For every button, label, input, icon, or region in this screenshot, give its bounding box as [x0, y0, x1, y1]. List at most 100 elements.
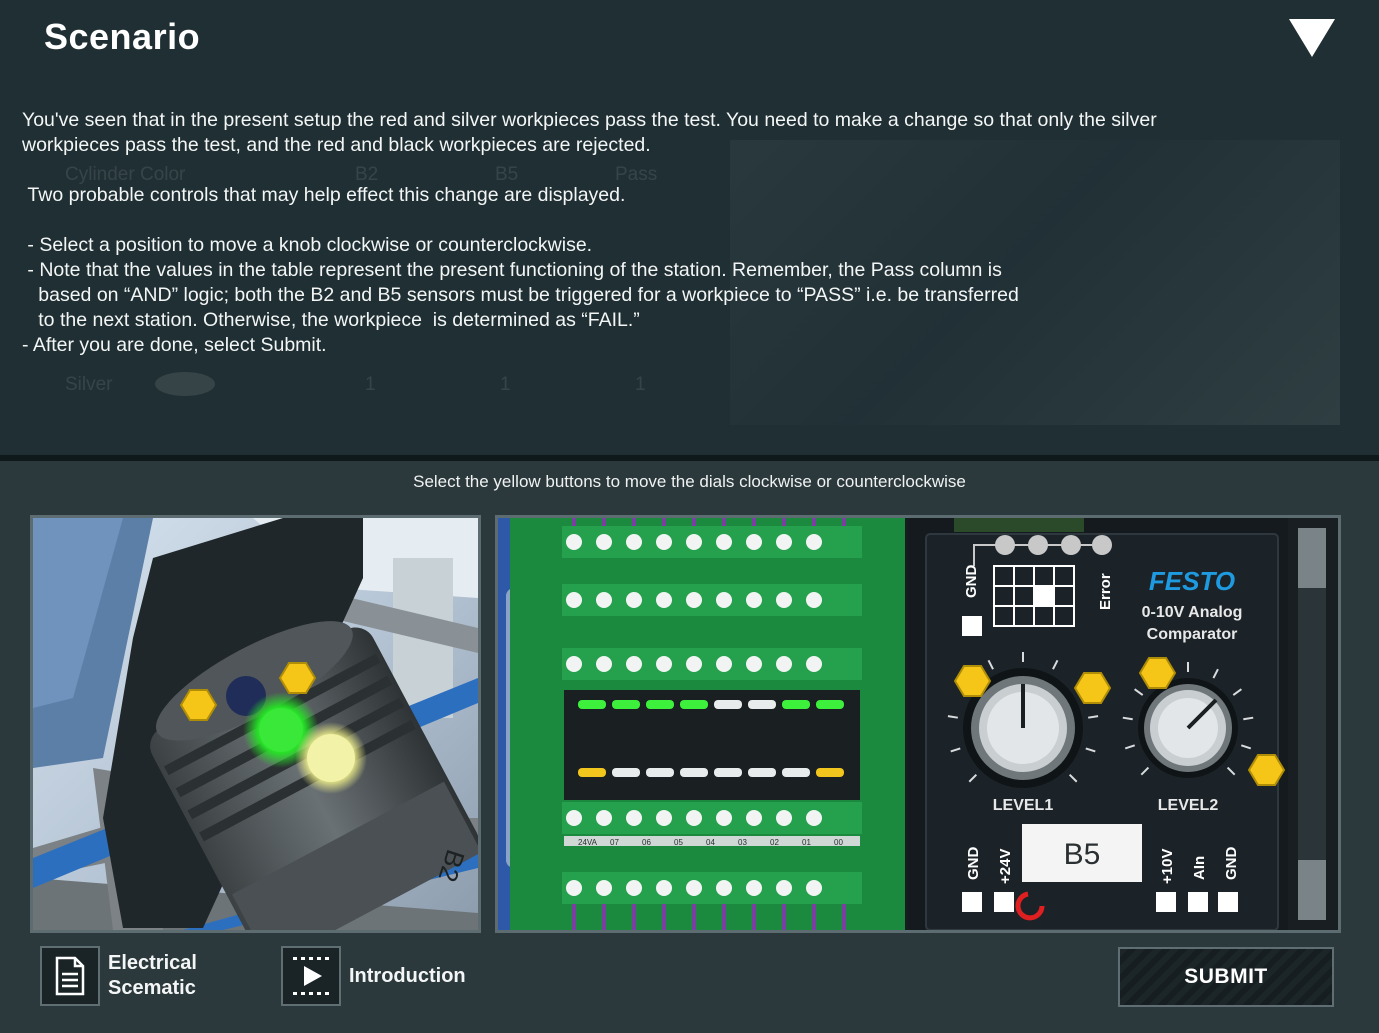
terminal-screw — [686, 810, 702, 826]
terminal-screw — [566, 534, 582, 550]
output-led — [680, 768, 708, 777]
collapse-button[interactable] — [1286, 16, 1338, 60]
scenario-line: You've seen that in the present setup th… — [22, 109, 1157, 131]
sensor-b2-view: B2 — [30, 515, 481, 933]
terminal-screw — [566, 880, 582, 896]
level1-clockwise-button[interactable] — [1073, 672, 1112, 704]
output-led — [578, 768, 606, 777]
pin-ain-label: AIn — [1191, 856, 1208, 880]
scenario-line: Two probable controls that may help effe… — [22, 184, 626, 206]
submit-button[interactable]: SUBMIT — [1118, 947, 1334, 1007]
terminal-screw — [626, 810, 642, 826]
scenario-bullet: - Note that the values in the table repr… — [22, 259, 1002, 281]
terminal-screw — [626, 656, 642, 672]
scrollbar-thumb-bottom[interactable] — [1298, 860, 1326, 920]
terminal-screw — [746, 880, 762, 896]
error-label: Error — [1097, 573, 1114, 610]
terminal-screw — [596, 656, 612, 672]
terminal-screw — [806, 810, 822, 826]
input-led — [578, 700, 606, 709]
electrical-line-2[interactable]: Scematic — [108, 976, 197, 1001]
scenario-bullet: based on “AND” logic; both the B2 and B5… — [22, 284, 1019, 306]
level2-label: LEVEL2 — [1158, 797, 1219, 814]
terminal-screw — [776, 880, 792, 896]
scenario-bullet: - Select a position to move a knob clock… — [22, 234, 593, 256]
terminal-screw — [686, 656, 702, 672]
terminal-screw — [596, 810, 612, 826]
output-led — [816, 768, 844, 777]
comparator-model-line-2: Comparator — [1147, 626, 1238, 643]
terminal-screw — [776, 656, 792, 672]
terminal-label: 04 — [706, 838, 715, 847]
terminal-screw — [716, 880, 732, 896]
input-led — [782, 700, 810, 709]
terminal-screw — [746, 656, 762, 672]
scenario-bullet: to the next station. Otherwise, the work… — [22, 309, 640, 331]
output-led — [714, 768, 742, 777]
terminal-screw — [656, 880, 672, 896]
terminal-screw — [626, 592, 642, 608]
level1-counterclockwise-button[interactable] — [953, 665, 992, 697]
triangle-down-icon[interactable] — [1286, 16, 1338, 60]
scenario-panel: Cylinder Color B2 B5 Pass Silver 1 1 1 S… — [0, 0, 1379, 455]
electrical-schematic-button[interactable]: Electrical Scematic — [40, 946, 197, 1006]
ghost-cell-pass: 1 — [635, 374, 646, 395]
ghost-cell-b5: 1 — [500, 374, 511, 395]
introduction-button[interactable]: Introduction — [281, 946, 466, 1006]
comparator-scene: 24VA 07 06 05 04 03 02 01 00 GND Error FESTO 0-1… — [498, 518, 1338, 930]
document-icon[interactable] — [53, 956, 87, 996]
terminal-screw — [686, 880, 702, 896]
b2-clockwise-button[interactable] — [278, 662, 317, 694]
output-led — [646, 768, 674, 777]
input-led — [646, 700, 674, 709]
comparator-view: 24VA 07 06 05 04 03 02 01 00 GND Error FESTO 0-1… — [495, 515, 1341, 933]
sensor-b2-scene: B2 — [33, 518, 478, 930]
terminal-screw — [716, 656, 732, 672]
pin-24v-label: +24V — [997, 849, 1014, 884]
b5-label: B5 — [1064, 838, 1101, 871]
level2-clockwise-button[interactable] — [1247, 754, 1286, 786]
terminal-screw — [626, 880, 642, 896]
terminal-screw — [806, 880, 822, 896]
terminal-label: 01 — [802, 838, 811, 847]
terminal-screw — [566, 656, 582, 672]
electrical-line-1[interactable]: Electrical — [108, 951, 197, 976]
play-icon-box[interactable] — [281, 946, 341, 1006]
ghost-cell-silver: Silver — [65, 374, 113, 395]
festo-logo: FESTO — [1149, 566, 1235, 596]
scenario-line: workpieces pass the test, and the red an… — [22, 134, 651, 156]
terminal-screw — [566, 810, 582, 826]
pin-gnd-label: GND — [965, 847, 982, 881]
output-led — [748, 768, 776, 777]
terminal-label: 24VA — [578, 838, 598, 847]
pin-gnd2-label: GND — [1223, 847, 1240, 881]
panel-divider — [0, 455, 1379, 461]
ghost-cell-b2: 1 — [365, 374, 376, 395]
document-icon-box[interactable] — [40, 946, 100, 1006]
electrical-schematic-label[interactable]: Electrical Scematic — [108, 951, 197, 1001]
terminal-screw — [806, 656, 822, 672]
play-icon[interactable] — [289, 954, 333, 998]
terminal-screw — [566, 592, 582, 608]
scrollbar-thumb[interactable] — [1298, 528, 1326, 588]
terminal-screw — [716, 534, 732, 550]
output-led — [612, 768, 640, 777]
terminal-screw — [596, 534, 612, 550]
level2-counterclockwise-button[interactable] — [1138, 657, 1177, 689]
terminal-screw — [626, 534, 642, 550]
terminal-label: 06 — [642, 838, 651, 847]
scenario-bullet: - After you are done, select Submit. — [22, 334, 327, 356]
terminal-screw — [746, 810, 762, 826]
b2-counterclockwise-button[interactable] — [179, 689, 218, 721]
terminal-screw — [596, 592, 612, 608]
input-led — [816, 700, 844, 709]
terminal-screw — [806, 592, 822, 608]
terminal-screw — [686, 592, 702, 608]
ghost-silver-swatch — [155, 372, 215, 396]
terminal-screw — [746, 534, 762, 550]
terminal-label: 05 — [674, 838, 683, 847]
terminal-screw — [716, 810, 732, 826]
scenario-description: You've seen that in the present setup th… — [22, 108, 1322, 358]
input-led — [680, 700, 708, 709]
introduction-label[interactable]: Introduction — [349, 964, 466, 989]
